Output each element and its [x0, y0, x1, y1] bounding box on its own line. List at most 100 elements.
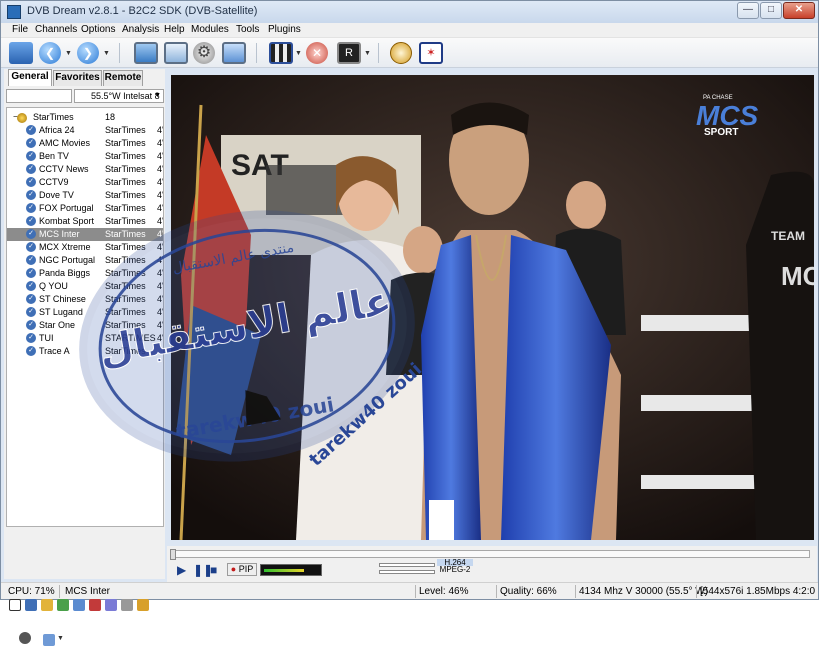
play-icon[interactable]: ▶ [177, 563, 186, 577]
channel-name: Trace A [39, 346, 70, 356]
menu-options[interactable]: Options [81, 24, 115, 35]
channel-number: 4' [157, 125, 164, 135]
clapperboard-icon[interactable] [269, 42, 293, 64]
folder-open-icon[interactable] [9, 42, 33, 64]
radar-icon[interactable]: ✶ [419, 42, 443, 64]
folder-icon[interactable] [137, 599, 149, 611]
monitor-icon[interactable] [134, 42, 158, 64]
pip-button[interactable]: ● PIP [227, 563, 257, 576]
menu-help[interactable]: Help [164, 24, 185, 35]
window-icon[interactable] [164, 42, 188, 64]
clapperboard-dropdown-icon[interactable]: ▼ [295, 50, 302, 57]
group-count: 18 [105, 112, 116, 122]
buffer-bar [379, 563, 435, 567]
channel-number: 4' [157, 151, 164, 161]
collapse-all-icon[interactable] [9, 599, 21, 611]
channel-name: Africa 24 [39, 125, 75, 135]
video-panel[interactable]: SAT TEAM MC PA CHASE MCS SPORT [171, 75, 814, 540]
channel-row[interactable]: ✓ Ben TV StarTimes 4' [7, 150, 164, 163]
back-dropdown-icon[interactable]: ▼ [65, 50, 72, 57]
timer-clock-icon[interactable] [390, 42, 412, 64]
channel-icon[interactable] [25, 599, 37, 611]
channel-provider: StarTimes [105, 125, 146, 135]
stop-icon[interactable]: ■ [210, 563, 217, 577]
info-icon[interactable] [73, 599, 85, 611]
tab-remote[interactable]: Remote [103, 70, 143, 86]
channel-row[interactable]: ✓ MCS Inter StarTimes 4' [7, 228, 164, 241]
codec-audio: MPEG-2 [439, 565, 471, 574]
record-icon[interactable] [19, 632, 31, 644]
status-channel: MCS Inter [65, 586, 111, 597]
satellite-select[interactable]: 55.5°W Intelsat 8 ▼ [74, 89, 164, 103]
close-button[interactable]: ✕ [783, 2, 815, 19]
seek-bar[interactable] [170, 549, 810, 560]
channel-provider: StarTimes [105, 346, 146, 356]
menu-plugins[interactable]: Plugins [268, 24, 301, 35]
tv-output-dropdown-icon[interactable]: ▼ [364, 50, 371, 57]
minimize-button[interactable]: — [737, 2, 759, 19]
seek-knob[interactable] [170, 549, 176, 560]
channel-number: 4' [157, 164, 164, 174]
menu-tools[interactable]: Tools [236, 24, 259, 35]
screen-icon[interactable] [222, 42, 246, 64]
channel-name: NGC Portugal [39, 255, 96, 265]
channel-row[interactable]: ✓ CCTV News StarTimes 4' [7, 163, 164, 176]
channel-list[interactable]: − StarTimes 18 ✓ Africa 24 StarTimes 4' ✓ AMC… [6, 107, 164, 527]
menu-channels[interactable]: Channels [35, 24, 77, 35]
channel-row[interactable]: ✓ Trace A StarTimes [7, 345, 163, 358]
channel-row[interactable]: ✓ FOX Portugal StarTimes 4' [7, 202, 163, 215]
channel-row[interactable]: ✓ Africa 24 StarTimes 4' [7, 124, 164, 137]
filter-input[interactable] [6, 89, 72, 103]
channel-number: 4' [157, 138, 164, 148]
tv-output-icon[interactable]: R [337, 42, 361, 64]
settings-gears-icon[interactable]: ⚙ [193, 42, 215, 64]
shirt-text: TEAM [771, 229, 805, 243]
menu-modules[interactable]: Modules [191, 24, 229, 35]
key-icon[interactable] [41, 599, 53, 611]
video-frame: SAT TEAM MC PA CHASE MCS SPORT [171, 75, 814, 540]
forward-icon[interactable]: ❯ [77, 42, 99, 64]
channel-check-icon: ✓ [26, 138, 36, 148]
audio-icon[interactable] [105, 599, 117, 611]
tab-general[interactable]: General [8, 69, 52, 86]
channel-row[interactable]: ✓ Kombat Sport StarTimes 4' [7, 215, 163, 228]
channel-row[interactable]: ✓ Dove TV StarTimes 4' [7, 189, 163, 202]
channel-provider: StarTimes [105, 229, 146, 239]
menu-file[interactable]: File [12, 24, 28, 35]
tab-favorites[interactable]: Favorites [53, 70, 102, 86]
channel-row[interactable]: ✓ ST Chinese StarTimes 4' [7, 293, 163, 306]
menu-analysis[interactable]: Analysis [122, 24, 159, 35]
channel-name: TUI [39, 333, 54, 343]
channel-row[interactable]: ✓ CCTV9 StarTimes 4' [7, 176, 164, 189]
maximize-button[interactable]: □ [760, 2, 782, 19]
channel-row[interactable]: ✓ AMC Movies StarTimes 4' [7, 137, 164, 150]
edit-icon[interactable] [121, 599, 133, 611]
channel-provider: StarTimes [105, 268, 146, 278]
channel-row[interactable]: ✓ NGC Portugal StarTimes 4' [7, 254, 163, 267]
channel-row[interactable]: ✓ TUI STARTIMES 4' [7, 332, 163, 345]
channel-row[interactable]: ✓ ST Lugand StarTimes 4' [7, 306, 163, 319]
group-row[interactable]: − StarTimes 18 [7, 111, 163, 124]
channel-row[interactable]: ✓ Star One StarTimes 4' [7, 319, 163, 332]
lock-icon[interactable] [89, 599, 101, 611]
view-icon[interactable] [43, 634, 55, 646]
chevron-down-icon[interactable]: ▼ [154, 90, 161, 102]
channel-number: 4' [157, 229, 164, 239]
channel-row[interactable]: ✓ Panda Biggs StarTimes 4' [7, 267, 163, 280]
channel-logo-sub: SPORT [704, 127, 738, 138]
audio-meter [260, 564, 322, 576]
forward-dropdown-icon[interactable]: ▼ [103, 50, 110, 57]
channel-name: Kombat Sport [39, 216, 95, 226]
title-bar: DVB Dream v2.8.1 - B2C2 SDK (DVB-Satelli… [1, 1, 818, 23]
view-dropdown-icon[interactable]: ▼ [57, 635, 64, 642]
record-stop-icon[interactable]: ✕ [306, 42, 328, 64]
channel-row[interactable]: ✓ Q YOU StarTimes 4' [7, 280, 163, 293]
channel-number: 4' [157, 177, 164, 187]
channel-row[interactable]: ✓ MCX Xtreme StarTimes 4' [7, 241, 163, 254]
app-icon[interactable] [7, 5, 21, 19]
add-icon[interactable] [57, 599, 69, 611]
back-icon[interactable]: ❮ [39, 42, 61, 64]
toolbar-separator [119, 43, 120, 63]
channel-check-icon: ✓ [26, 203, 36, 213]
channel-name: Dove TV [39, 190, 74, 200]
